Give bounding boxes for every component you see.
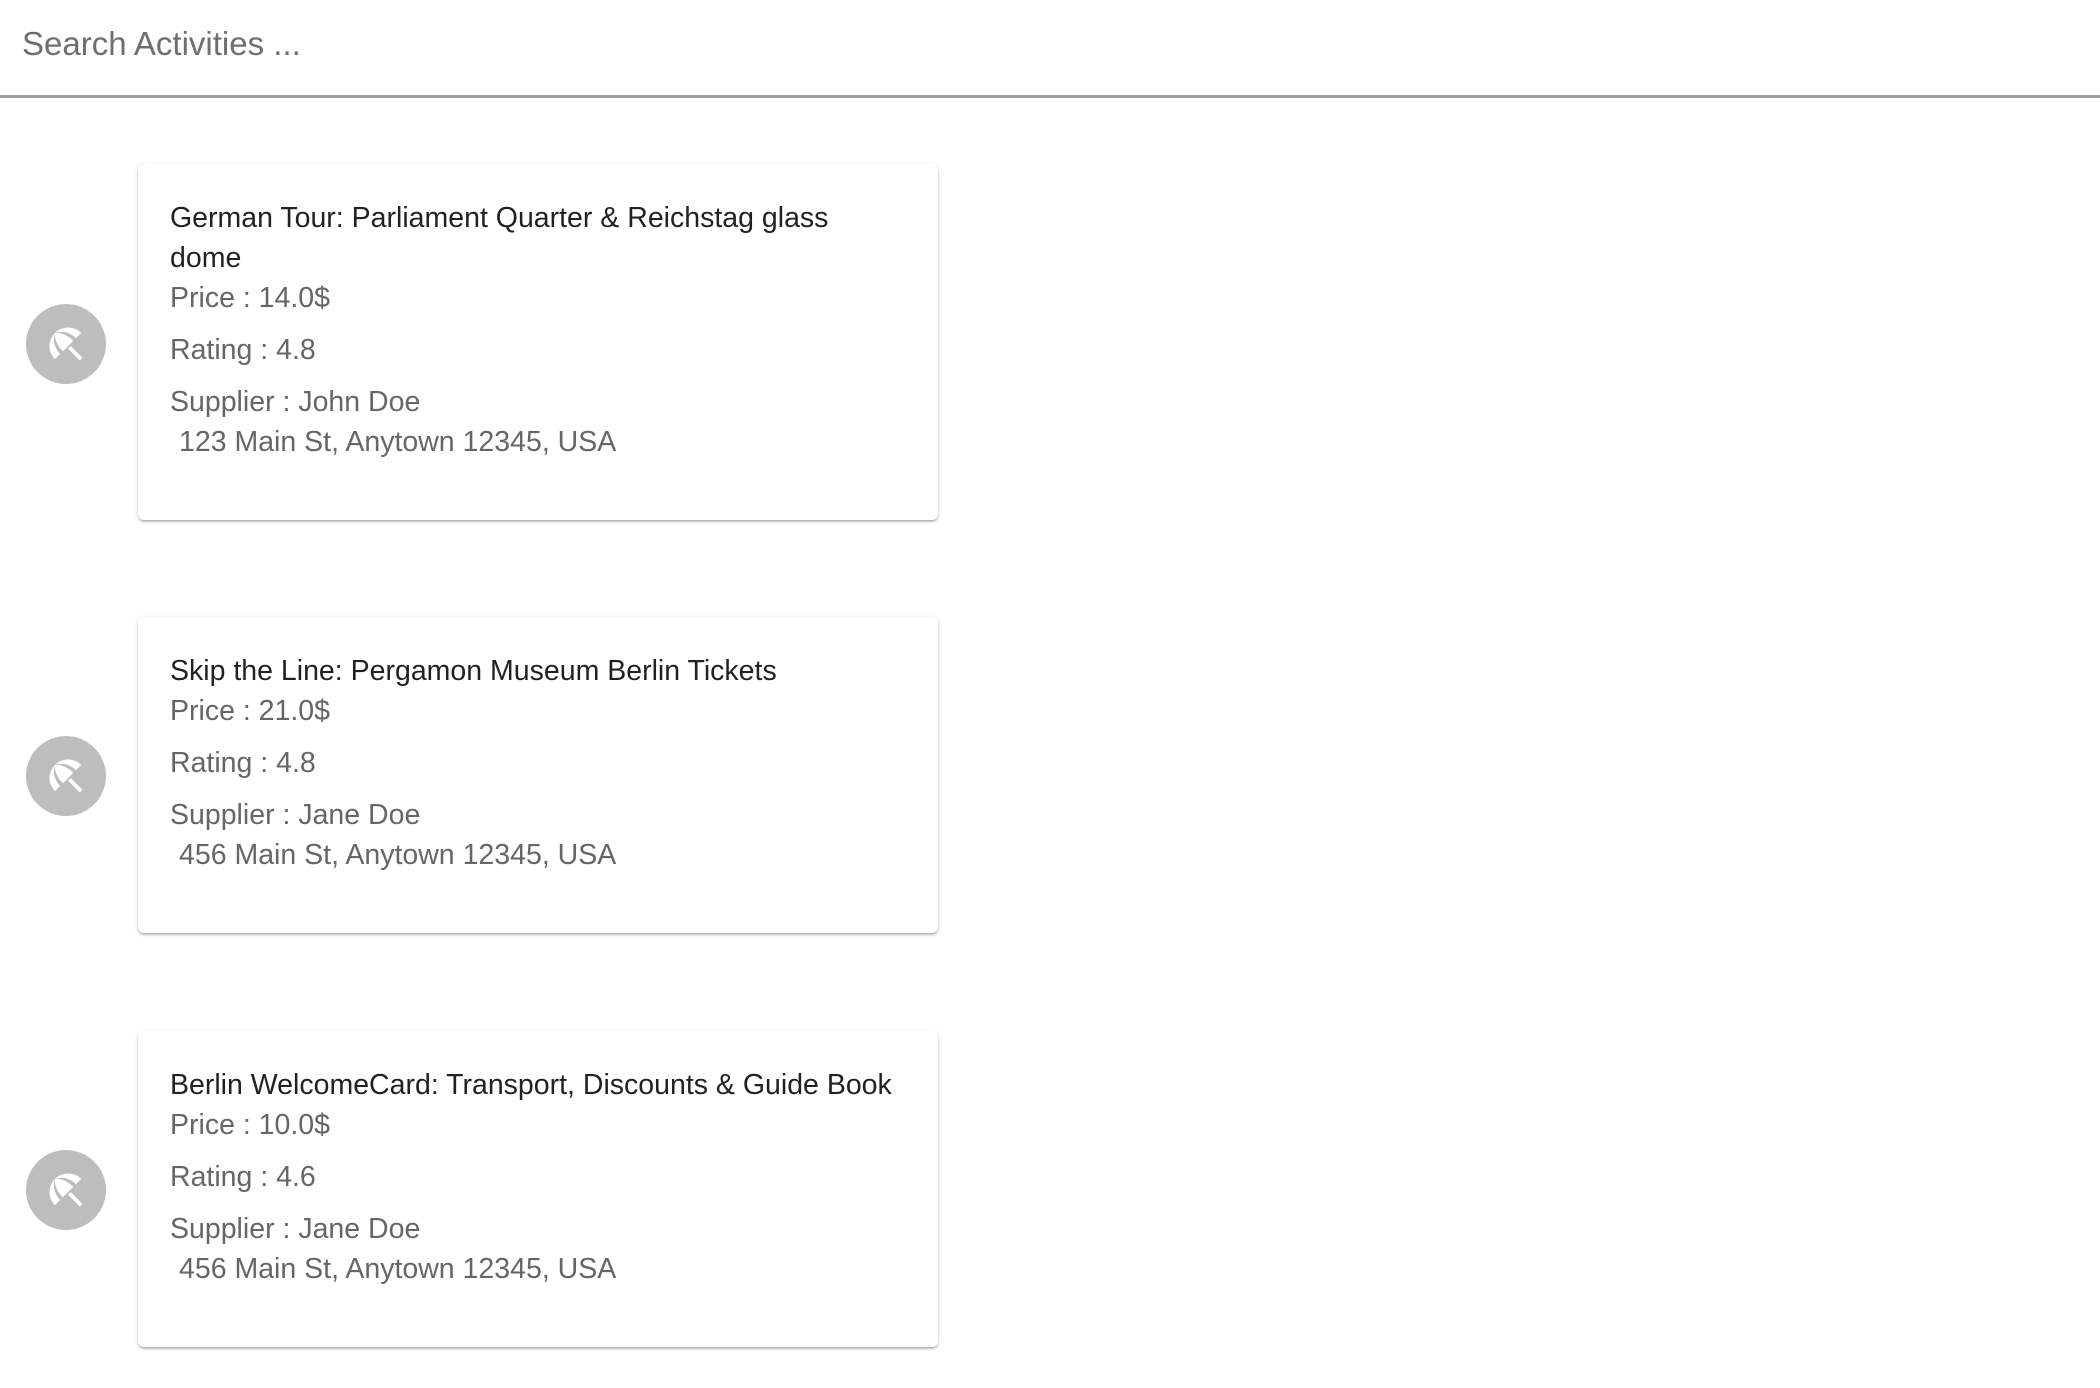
activity-title: German Tour: Parliament Quarter & Reichs… bbox=[170, 202, 829, 274]
activity-supplier: Supplier : John Doe bbox=[170, 386, 421, 418]
activity-rating: Rating : 4.8 bbox=[170, 334, 316, 366]
activity-rating: Rating : 4.8 bbox=[170, 747, 316, 779]
activity-card[interactable]: Skip the Line: Pergamon Museum Berlin Ti… bbox=[138, 617, 938, 933]
beach-umbrella-off-icon bbox=[49, 327, 83, 361]
activity-rating: Rating : 4.6 bbox=[170, 1161, 316, 1193]
beach-umbrella-off-icon bbox=[49, 759, 83, 793]
activity-avatar bbox=[26, 1150, 106, 1230]
activity-card[interactable]: Berlin WelcomeCard: Transport, Discounts… bbox=[138, 1031, 938, 1347]
activity-title: Berlin WelcomeCard: Transport, Discounts… bbox=[170, 1069, 892, 1101]
activity-avatar bbox=[26, 736, 106, 816]
activity-card[interactable]: German Tour: Parliament Quarter & Reichs… bbox=[138, 164, 938, 520]
search-input[interactable] bbox=[22, 16, 2062, 72]
search-bar bbox=[0, 0, 2100, 98]
activity-price: Price : 14.0$ bbox=[170, 282, 331, 314]
activity-title: Skip the Line: Pergamon Museum Berlin Ti… bbox=[170, 655, 777, 687]
activity-price: Price : 21.0$ bbox=[170, 695, 331, 727]
activity-supplier: Supplier : Jane Doe bbox=[170, 1213, 421, 1245]
activity-address: 456 Main St, Anytown 12345, USA bbox=[179, 839, 617, 871]
activity-avatar bbox=[26, 304, 106, 384]
activity-address: 456 Main St, Anytown 12345, USA bbox=[179, 1253, 617, 1285]
activity-price: Price : 10.0$ bbox=[170, 1109, 331, 1141]
activity-supplier: Supplier : Jane Doe bbox=[170, 799, 421, 831]
beach-umbrella-off-icon bbox=[49, 1173, 83, 1207]
activity-address: 123 Main St, Anytown 12345, USA bbox=[179, 426, 617, 458]
